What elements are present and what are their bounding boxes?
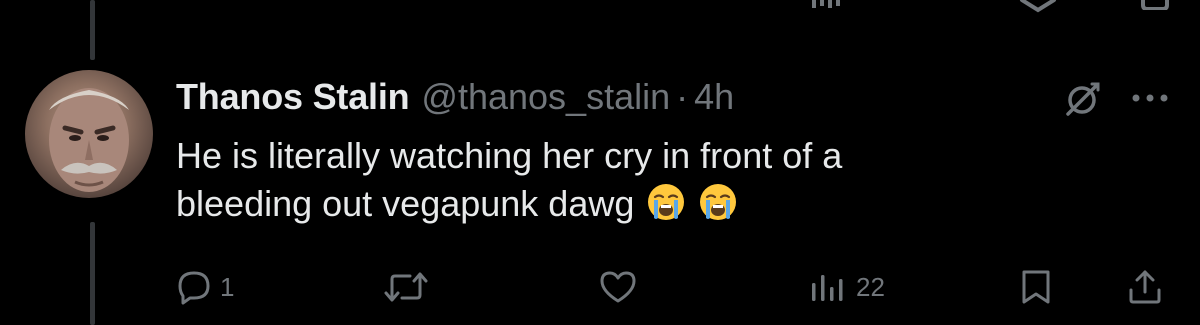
- tweet-text-line-2-content: bleeding out vegapunk dawg: [176, 183, 635, 224]
- previous-views-icon[interactable]: [810, 0, 846, 10]
- share-button[interactable]: [1126, 262, 1164, 312]
- loudly-crying-face-icon: [700, 184, 737, 220]
- user-handle[interactable]: @thanos_stalin: [421, 76, 670, 118]
- grok-button[interactable]: [1058, 78, 1106, 122]
- reply-button[interactable]: 1: [176, 262, 234, 312]
- tweet-reply-screen: Thanos Stalin @thanos_stalin · 4h He is …: [0, 0, 1200, 325]
- previous-share-icon[interactable]: [1140, 0, 1170, 10]
- previous-bookmark-icon[interactable]: [1018, 0, 1058, 14]
- avatar-face-image: [49, 88, 129, 192]
- tweet-text: He is literally watching her cry in fron…: [176, 132, 1076, 228]
- previous-tweet-actions: [0, 0, 1200, 14]
- header-separator: ·: [676, 76, 689, 117]
- more-icon: [1132, 94, 1168, 102]
- views-count: 22: [856, 271, 885, 302]
- share-icon: [1129, 270, 1161, 304]
- grok-icon: [1066, 82, 1100, 116]
- timestamp[interactable]: 4h: [694, 76, 734, 118]
- thread-line-top: [90, 0, 95, 60]
- display-name[interactable]: Thanos Stalin: [176, 76, 410, 118]
- tweet-text-line-1: He is literally watching her cry in fron…: [176, 135, 843, 176]
- reply-count: 1: [220, 271, 235, 302]
- views-icon: [812, 275, 843, 301]
- more-options-button[interactable]: [1126, 80, 1174, 116]
- avatar[interactable]: [25, 70, 153, 198]
- retweet-icon: [384, 272, 428, 302]
- tweet-text-line-2: bleeding out vegapunk dawg: [176, 180, 1076, 228]
- loudly-crying-face-icon: [648, 184, 685, 220]
- like-button[interactable]: [598, 262, 638, 312]
- views-button[interactable]: 22: [808, 262, 885, 312]
- bookmark-icon: [1022, 270, 1050, 304]
- heart-icon: [600, 271, 636, 303]
- tweet-header: Thanos Stalin @thanos_stalin · 4h: [176, 76, 734, 122]
- retweet-button[interactable]: [384, 262, 428, 312]
- bookmark-button[interactable]: [1018, 262, 1054, 312]
- tweet-actions: 1 22: [0, 262, 1200, 312]
- reply-icon: [178, 271, 210, 305]
